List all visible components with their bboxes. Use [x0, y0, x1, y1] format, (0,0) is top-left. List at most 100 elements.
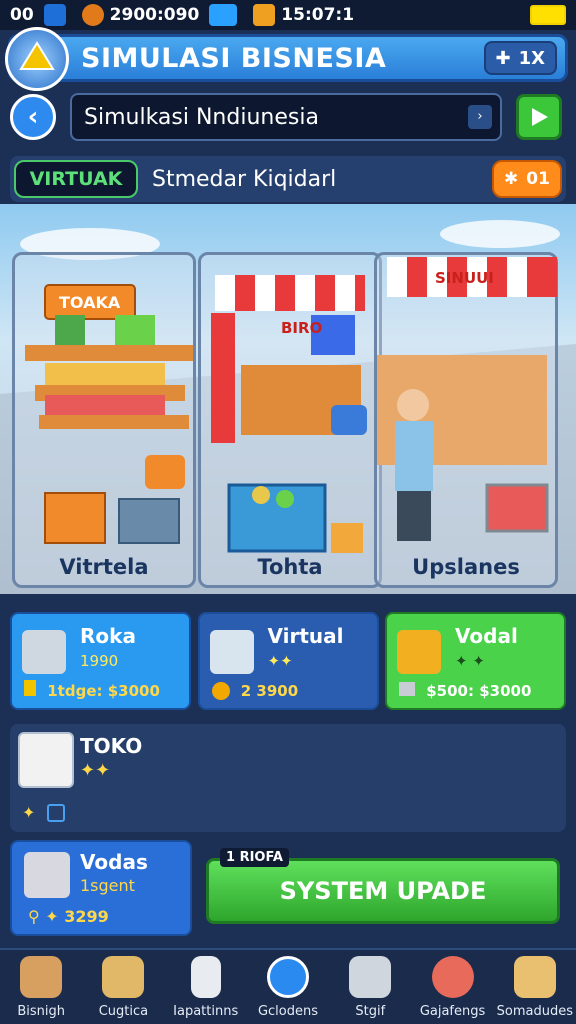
stat-title: Virtual	[267, 624, 344, 648]
gold-button[interactable]: ✱ 01	[492, 160, 562, 198]
balance-text: 2900:090	[109, 5, 200, 25]
nav-item-iapattinns[interactable]: Iapattinns	[167, 956, 245, 1019]
shop-icon	[20, 956, 63, 998]
shop-label-upslanes: Upslanes	[412, 555, 520, 579]
nav-label: Gajafengs	[419, 1004, 486, 1019]
stat-footer: 2 3900	[211, 682, 298, 700]
nav-item-gclodens[interactable]: Gclodens	[249, 956, 327, 1019]
gold-ingot-icon	[397, 630, 441, 674]
gold-count: 01	[526, 169, 550, 189]
puzzle-count: 1X	[518, 47, 545, 69]
stat-footer: $500: $3000	[399, 682, 531, 700]
signal-icon	[209, 4, 243, 26]
title-bar: SIMULASI BISNESIA ✚ 1X	[5, 27, 568, 91]
battery-coin-icon	[24, 680, 36, 696]
toko-footer: ✦	[22, 802, 65, 822]
nav-label: Iapattinns	[173, 1004, 239, 1019]
shop-card-vitrtela[interactable]: TOAKA Vitrtela	[12, 252, 196, 588]
location-field-value: Simulkasi Nndiunesia	[84, 104, 319, 130]
play-icon	[532, 108, 548, 126]
coins-icon	[81, 4, 104, 26]
status-left-text: 00	[10, 5, 34, 25]
upgrade-tag: 1 RIOFA	[220, 848, 289, 867]
toko-title: TOKO	[80, 734, 143, 758]
nav-label: Somadudes	[496, 1004, 573, 1019]
gear-icon: ✱	[504, 169, 519, 189]
navigation-row: ‹ Simulkasi Nndiunesia ›	[10, 92, 566, 142]
nav-item-somadudes[interactable]: Somadudes	[496, 956, 574, 1019]
document-chart-icon	[18, 732, 74, 788]
box-icon	[399, 682, 415, 696]
system-upgrade-button[interactable]: SYSTEM UPADE	[206, 858, 560, 924]
location-field[interactable]: Simulkasi Nndiunesia ›	[70, 93, 502, 141]
sparkle-icon: ✦	[22, 802, 36, 822]
time-indicator: 15:07:1	[253, 4, 354, 26]
stat-value: ✦✦	[267, 652, 293, 670]
vodas-card[interactable]: Vodas 1sgent ⚲ ✦ 3299	[10, 840, 192, 936]
stats-row: Roka 1990 1tdge: $3000 Virtual ✦✦ 2 3900…	[10, 612, 566, 710]
nav-item-gajafengs[interactable]: Gajafengs	[414, 956, 492, 1019]
stat-card-vodal[interactable]: Vodal ✦ ✦ $500: $3000	[385, 612, 566, 710]
battery-icon	[530, 5, 566, 25]
clipboard-icon	[349, 956, 392, 998]
stat-title: Roka	[80, 624, 136, 648]
toko-card[interactable]: TOKO ✦✦ ✦	[10, 724, 566, 832]
shop-card-tohta[interactable]: BIRO Tohta	[198, 252, 382, 588]
info-row: VIRTUAK Stmedar Kiqidarl ✱ 01	[10, 156, 566, 202]
back-button[interactable]: ‹	[10, 94, 56, 140]
nav-label: Stgif	[355, 1004, 386, 1019]
shop-scene: TOAKA Vitrtela BIRO Tohta SINUUI Upslane…	[0, 204, 576, 594]
app-logo-icon[interactable]	[5, 27, 69, 91]
sign-sinuui: SINUUI	[435, 269, 494, 287]
nav-item-stgif[interactable]: Stgif	[331, 956, 409, 1019]
cash-register-icon	[209, 630, 254, 674]
document-icon	[190, 956, 221, 998]
info-text: Stmedar Kiqidarl	[152, 166, 337, 192]
system-upgrade-area: 1 RIOFA SYSTEM UPADE	[206, 848, 566, 928]
store-clerk-illustration	[377, 257, 557, 541]
play-button[interactable]	[516, 94, 562, 140]
mail-icon	[513, 956, 556, 998]
nav-item-cugtica[interactable]: Cugtica	[84, 956, 162, 1019]
close-circle-icon	[266, 956, 309, 998]
status-bar: 00 2900:090 15:07:1	[0, 0, 576, 30]
nav-label: Cugtica	[98, 1004, 149, 1019]
dropdown-arrow-icon[interactable]: ›	[468, 105, 492, 129]
sparkle-icon: ✦	[45, 907, 59, 926]
bottom-nav: Bisnigh Cugtica Iapattinns Gclodens Stgi…	[0, 948, 576, 1024]
tools-icon	[102, 956, 145, 998]
stat-value: 1990	[80, 652, 119, 670]
stat-card-virtual[interactable]: Virtual ✦✦ 2 3900	[197, 612, 379, 710]
vodas-footer: ⚲ ✦ 3299	[28, 907, 109, 926]
app-title: SIMULASI BISNESIA	[81, 42, 387, 74]
shop-label-vitrtela: Vitrtela	[59, 555, 149, 579]
nav-item-bisnigh[interactable]: Bisnigh	[2, 956, 80, 1019]
shop-card-upslanes[interactable]: SINUUI Upslanes	[374, 252, 558, 588]
gold-bar-icon	[253, 4, 276, 26]
building-icon	[24, 852, 70, 898]
puzzle-button[interactable]: ✚ 1X	[483, 41, 557, 75]
stat-card-roka[interactable]: Roka 1990 1tdge: $3000	[10, 612, 191, 710]
puzzle-icon: ✚	[495, 47, 511, 69]
nav-label: Gclodens	[257, 1004, 319, 1019]
kiosk-illustration	[211, 275, 367, 553]
time-text: 15:07:1	[281, 5, 355, 25]
sign-toaka: TOAKA	[59, 293, 121, 312]
stat-value: ✦ ✦	[455, 652, 485, 670]
clock-icon	[46, 804, 65, 822]
chevron-left-icon: ‹	[27, 102, 39, 132]
virtual-tab[interactable]: VIRTUAK	[14, 160, 138, 198]
sign-biro: BIRO	[281, 319, 323, 337]
stat-footer: 1tdge: $3000	[24, 680, 160, 700]
vodas-value: 1sgent	[80, 876, 135, 895]
toko-sparkle: ✦✦	[80, 760, 111, 781]
nav-label: Bisnigh	[17, 1004, 65, 1019]
key-icon: ⚲	[28, 907, 40, 926]
stat-title: Vodal	[455, 624, 518, 648]
coin-icon	[211, 682, 230, 700]
vodas-title: Vodas	[80, 850, 148, 874]
balance-indicator: 2900:090	[81, 4, 200, 26]
settings-icon	[431, 956, 474, 998]
shop-label-tohta: Tohta	[257, 555, 323, 579]
bluetooth-icon	[43, 4, 72, 26]
